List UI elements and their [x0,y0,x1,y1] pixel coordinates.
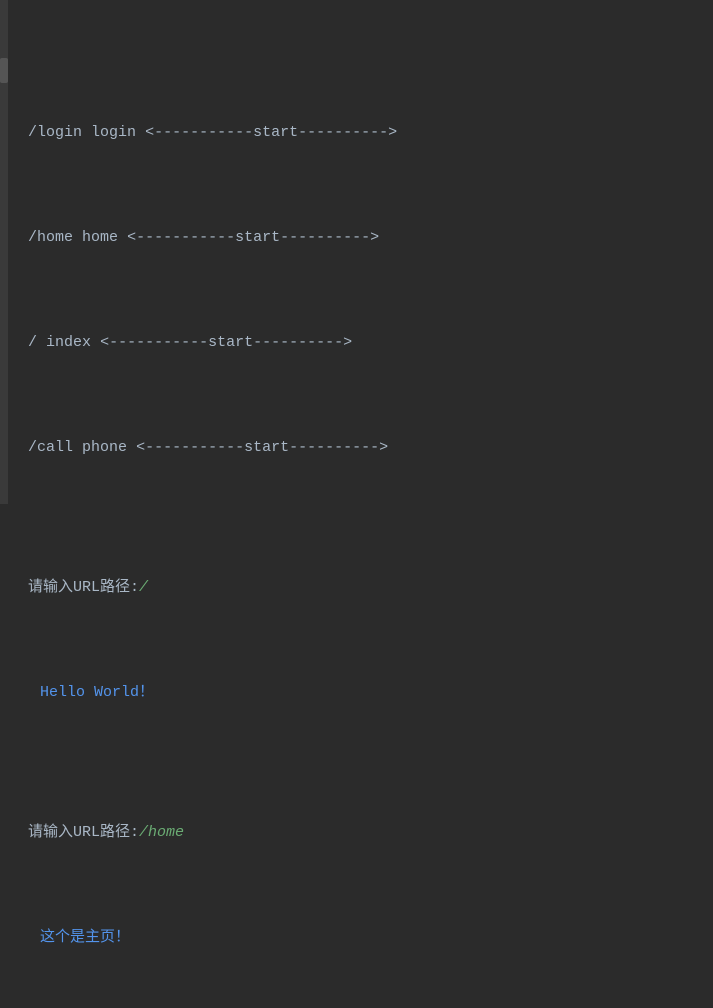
registration-line: / index <-----------start----------> [28,334,352,351]
gutter-handle[interactable] [0,58,8,83]
user-input: / [139,579,148,596]
response-line: Hello World！ [28,675,703,710]
registration-line: /home home <-----------start----------> [28,229,379,246]
registration-line: /login login <-----------start----------… [28,124,397,141]
prompt-line: 请输入URL路径:/ [28,570,703,605]
registration-line: /call phone <-----------start----------> [28,439,388,456]
user-input: /home [139,824,184,841]
editor-gutter [0,0,8,504]
prompt-line: 请输入URL路径:/home [28,815,703,850]
console-output: /login login <-----------start----------… [28,10,703,1008]
response-line: 这个是主页！ [28,920,703,955]
